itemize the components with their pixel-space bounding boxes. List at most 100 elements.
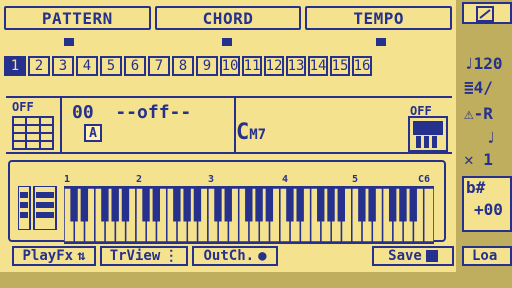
pattern-value[interactable]: 00 --off-- bbox=[72, 102, 191, 123]
playfx-button[interactable]: PlayFx ⇅ bbox=[12, 246, 96, 266]
circle-icon: ● bbox=[258, 248, 267, 264]
tab-chord[interactable]: CHORD bbox=[154, 6, 302, 30]
black-key[interactable] bbox=[183, 188, 191, 222]
step-label: 12 bbox=[265, 58, 283, 74]
right-panel: ♩120 ≣4/ ⚠-R ♩ ✕ 1 b# +00 Loa bbox=[460, 0, 512, 288]
step-label: 3 bbox=[58, 58, 68, 74]
black-key[interactable] bbox=[111, 188, 119, 222]
load-button[interactable]: Loa bbox=[462, 246, 512, 266]
step-label: 4 bbox=[82, 58, 92, 74]
step-10[interactable]: 10 bbox=[220, 56, 240, 76]
step-label: 13 bbox=[287, 58, 305, 74]
tab-pattern-label: PATTERN bbox=[41, 8, 113, 28]
transpose-box[interactable]: b# +00 bbox=[462, 176, 512, 232]
tools-readout: ✕ 1 bbox=[464, 150, 493, 169]
piano-keyboard[interactable] bbox=[64, 186, 434, 244]
divider-left bbox=[60, 98, 62, 152]
trview-button[interactable]: TrView ⋮ bbox=[100, 246, 188, 266]
black-key[interactable] bbox=[286, 188, 294, 222]
octave-label-c6: C6 bbox=[418, 174, 431, 185]
step-5[interactable]: 5 bbox=[100, 56, 122, 76]
transpose-value: +00 bbox=[474, 200, 503, 219]
black-key[interactable] bbox=[173, 188, 181, 222]
black-key[interactable] bbox=[388, 188, 397, 222]
black-key[interactable] bbox=[368, 188, 376, 222]
chord-name[interactable]: CM7 bbox=[236, 120, 266, 145]
black-key[interactable] bbox=[152, 188, 160, 222]
left-off-label: OFF bbox=[12, 100, 34, 114]
black-key[interactable] bbox=[358, 188, 366, 222]
step-16[interactable]: 16 bbox=[352, 56, 372, 76]
black-key[interactable] bbox=[255, 188, 263, 222]
black-key[interactable] bbox=[214, 188, 222, 222]
sequencer-icon bbox=[476, 6, 494, 22]
white-key[interactable] bbox=[422, 188, 434, 242]
tab-bar: PATTERN CHORD TEMPO bbox=[0, 6, 456, 30]
chord-suffix: M7 bbox=[249, 127, 267, 143]
black-key[interactable] bbox=[245, 188, 253, 222]
step-label: 9 bbox=[202, 58, 212, 74]
trview-label: TrView bbox=[109, 248, 161, 264]
save-button[interactable]: Save bbox=[372, 246, 454, 266]
step-9[interactable]: 9 bbox=[196, 56, 218, 76]
step-11[interactable]: 11 bbox=[242, 56, 262, 76]
chord-indicator bbox=[222, 38, 232, 46]
step-label: 16 bbox=[353, 58, 371, 74]
octave-label-4: 4 bbox=[282, 174, 289, 185]
tempo-indicator bbox=[376, 38, 386, 46]
black-key[interactable] bbox=[409, 188, 417, 222]
step-label: 10 bbox=[221, 58, 239, 74]
hand-keys-icon[interactable] bbox=[408, 116, 448, 152]
step-8[interactable]: 8 bbox=[172, 56, 194, 76]
step-label: 14 bbox=[309, 58, 327, 74]
black-key[interactable] bbox=[337, 188, 345, 222]
black-key[interactable] bbox=[224, 188, 232, 222]
step-3[interactable]: 3 bbox=[52, 56, 74, 76]
tab-tempo-label: TEMPO bbox=[353, 8, 405, 28]
black-key[interactable] bbox=[80, 188, 89, 222]
playfx-label: PlayFx bbox=[22, 248, 74, 264]
outch-label: OutCh. bbox=[203, 248, 255, 264]
black-key[interactable] bbox=[317, 188, 325, 222]
octave-label-2: 2 bbox=[136, 174, 143, 185]
step-7[interactable]: 7 bbox=[148, 56, 170, 76]
black-key[interactable] bbox=[399, 188, 407, 222]
bank-a-button[interactable]: A bbox=[84, 124, 102, 142]
step-label: 8 bbox=[178, 58, 188, 74]
outch-button[interactable]: OutCh. ● bbox=[192, 246, 278, 266]
step-6[interactable]: 6 bbox=[124, 56, 146, 76]
step-12[interactable]: 12 bbox=[264, 56, 284, 76]
tempo-value: 120 bbox=[473, 54, 503, 73]
black-key[interactable] bbox=[296, 188, 304, 222]
black-key[interactable] bbox=[265, 188, 274, 222]
tab-chord-label: CHORD bbox=[202, 8, 254, 28]
octave-label-3: 3 bbox=[208, 174, 215, 185]
step-2[interactable]: 2 bbox=[28, 56, 50, 76]
save-label: Save bbox=[388, 248, 422, 264]
black-key[interactable] bbox=[101, 188, 109, 222]
black-key[interactable] bbox=[193, 188, 202, 222]
octave-label-1: 1 bbox=[64, 174, 71, 185]
tempo-readout: ♩120 bbox=[464, 54, 503, 73]
meter-value: 4/ bbox=[473, 78, 493, 97]
dots-icon: ⋮ bbox=[164, 248, 179, 264]
step-14[interactable]: 14 bbox=[308, 56, 328, 76]
bank-a-label: A bbox=[89, 125, 97, 141]
black-key[interactable] bbox=[121, 188, 130, 222]
meter-readout: ≣4/ bbox=[464, 78, 493, 97]
black-key[interactable] bbox=[142, 188, 150, 222]
step-15[interactable]: 15 bbox=[330, 56, 350, 76]
fretboard-icon[interactable] bbox=[12, 116, 54, 150]
black-key[interactable] bbox=[70, 188, 78, 222]
step-13[interactable]: 13 bbox=[286, 56, 306, 76]
step-1[interactable]: 1 bbox=[4, 56, 26, 76]
info-panel: OFF 00 --off-- A OFF bbox=[6, 96, 452, 154]
black-key[interactable] bbox=[327, 188, 335, 222]
keyboard-side-controls[interactable] bbox=[18, 186, 58, 230]
tab-pattern[interactable]: PATTERN bbox=[4, 6, 151, 30]
step-label: 1 bbox=[10, 58, 20, 74]
step-4[interactable]: 4 bbox=[76, 56, 98, 76]
top-right-box[interactable] bbox=[462, 2, 512, 24]
tab-tempo[interactable]: TEMPO bbox=[305, 6, 453, 30]
step-label: 11 bbox=[243, 58, 261, 74]
